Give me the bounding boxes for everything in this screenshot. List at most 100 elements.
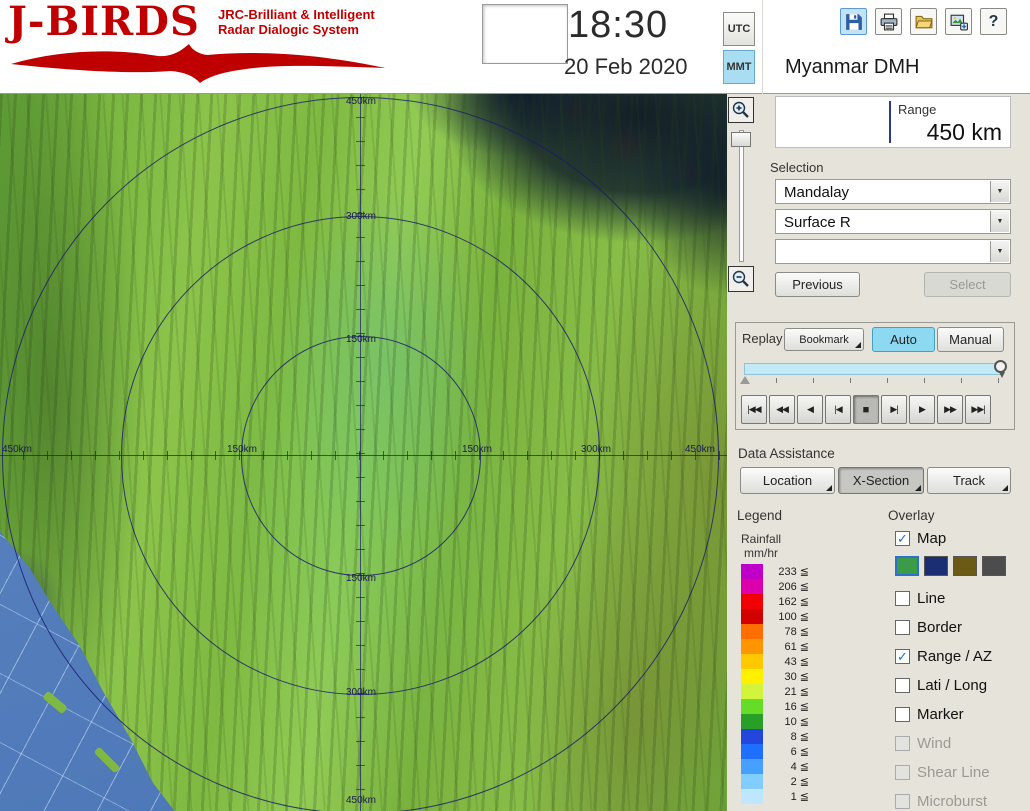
mmt-button[interactable]: MMT xyxy=(723,50,755,84)
play-reverse-button[interactable]: ◀ xyxy=(797,395,823,424)
chevron-down-icon[interactable]: ▼ xyxy=(990,211,1009,232)
checkbox-icon[interactable]: ✓ xyxy=(895,649,910,664)
manual-button[interactable]: Manual xyxy=(937,327,1004,352)
replay-timeline-slider[interactable] xyxy=(744,360,1007,378)
legend-row: 61 ≦ xyxy=(741,639,809,654)
legend-row: 2 ≦ xyxy=(741,774,809,789)
legend-row: 8 ≦ xyxy=(741,729,809,744)
palette-swatch-navy[interactable] xyxy=(924,556,948,576)
legend-row: 43 ≦ xyxy=(741,654,809,669)
site-dropdown[interactable]: Mandalay ▼ xyxy=(775,179,1011,204)
radar-map[interactable]: 450km 300km 150km 150km 300km 450km 450k… xyxy=(0,94,727,811)
stop-button[interactable]: ■ xyxy=(853,395,879,424)
legend-row: 16 ≦ xyxy=(741,699,809,714)
legend-swatch xyxy=(741,639,763,654)
overlay-checkbox-line[interactable]: Line xyxy=(895,590,945,607)
legend-row: 100 ≦ xyxy=(741,609,809,624)
skip-to-end-button[interactable]: ▶▶| xyxy=(965,395,991,424)
export-image-button[interactable] xyxy=(945,8,972,35)
eagle-icon xyxy=(11,44,385,83)
location-label: Location xyxy=(762,473,813,488)
previous-button[interactable]: Previous xyxy=(775,272,860,297)
range-label: 450km xyxy=(2,444,33,455)
checkbox-icon[interactable] xyxy=(895,707,910,722)
legend-value: 43 ≦ xyxy=(784,656,809,668)
legend-swatch xyxy=(741,564,763,579)
logo-title: J-BIRDS xyxy=(8,0,200,45)
overlay-checkbox-lati-long[interactable]: Lati / Long xyxy=(895,677,987,694)
range-divider xyxy=(889,101,891,143)
jbirds-app: J-BIRDS JRC-Brilliant & Intelligent Rada… xyxy=(0,0,1030,811)
palette-swatch-olive[interactable] xyxy=(953,556,977,576)
overlay-checkbox-marker[interactable]: Marker xyxy=(895,706,964,723)
overlay-label: Shear Line xyxy=(917,764,990,781)
jbirds-logo: J-BIRDS JRC-Brilliant & Intelligent Rada… xyxy=(8,2,408,92)
status-display-box xyxy=(482,4,568,64)
legend-swatch xyxy=(741,684,763,699)
timeline-ticks xyxy=(776,378,1006,383)
skip-to-start-button[interactable]: |◀◀ xyxy=(741,395,767,424)
fast-forward-button[interactable]: ▶▶ xyxy=(937,395,963,424)
step-forward-button[interactable]: ▶| xyxy=(881,395,907,424)
clock-time: 18:30 xyxy=(568,4,669,46)
legend-swatch xyxy=(741,759,763,774)
overlay-label: Map xyxy=(917,530,947,547)
legend-value: 8 ≦ xyxy=(790,731,809,743)
utc-button[interactable]: UTC xyxy=(723,12,755,46)
palette-swatch-green[interactable] xyxy=(895,556,919,576)
checkbox-icon[interactable]: ✓ xyxy=(895,531,910,546)
overlay-checkbox-range-az[interactable]: ✓ Range / AZ xyxy=(895,648,992,665)
play-button[interactable]: ▶ xyxy=(909,395,935,424)
selection-title: Selection xyxy=(770,160,824,175)
fast-rewind-button[interactable]: ◀◀ xyxy=(769,395,795,424)
overlay-label: Marker xyxy=(917,706,964,723)
checkbox-icon xyxy=(895,794,910,809)
legend-title: Legend xyxy=(737,508,783,523)
overlay-label: Border xyxy=(917,619,963,636)
range-label: 150km xyxy=(462,444,493,455)
legend-row: 6 ≦ xyxy=(741,744,809,759)
option-dropdown[interactable]: ▼ xyxy=(775,239,1011,264)
legend-swatch xyxy=(741,669,763,684)
range-label: 150km xyxy=(345,573,377,584)
x-section-button[interactable]: X-Section xyxy=(838,467,924,494)
checkbox-icon[interactable] xyxy=(895,678,910,693)
bookmark-button[interactable]: Bookmark xyxy=(784,328,864,351)
print-button[interactable] xyxy=(875,8,902,35)
bookmark-label: Bookmark xyxy=(799,333,849,346)
overlay-checkbox-map[interactable]: ✓ Map xyxy=(895,530,946,547)
map-palette-row xyxy=(895,556,1006,576)
chevron-down-icon[interactable]: ▼ xyxy=(990,241,1009,262)
overlay-label: Microburst xyxy=(917,793,988,810)
logo-subtitle-line1: JRC-Brilliant & Intelligent xyxy=(218,7,375,22)
chevron-down-icon[interactable]: ▼ xyxy=(990,181,1009,202)
range-label: 300km xyxy=(345,211,377,222)
open-folder-button[interactable] xyxy=(910,8,937,35)
timeline-position-handle[interactable] xyxy=(994,360,1007,378)
legend-row: 162 ≦ xyxy=(741,594,809,609)
legend-value: 233 ≦ xyxy=(778,566,809,578)
palette-swatch-gray[interactable] xyxy=(982,556,1006,576)
select-button[interactable]: Select xyxy=(924,272,1011,297)
checkbox-icon[interactable] xyxy=(895,620,910,635)
overlay-checkbox-wind: Wind xyxy=(895,735,951,752)
data-assistance-title: Data Assistance xyxy=(738,446,835,461)
legend-row: 1 ≦ xyxy=(741,789,809,804)
side-panel: Range 450 km Selection Mandalay ▼ Surfac… xyxy=(727,94,1030,811)
help-button[interactable]: ? xyxy=(980,8,1007,35)
legend-row: 30 ≦ xyxy=(741,669,809,684)
track-button[interactable]: Track xyxy=(927,467,1011,494)
legend-row: 4 ≦ xyxy=(741,759,809,774)
save-button[interactable] xyxy=(840,8,867,35)
product-dropdown[interactable]: Surface R ▼ xyxy=(775,209,1011,234)
product-dropdown-value: Surface R xyxy=(784,214,851,231)
location-button[interactable]: Location xyxy=(740,467,835,494)
range-label: 450km xyxy=(685,444,716,455)
range-label: 300km xyxy=(581,444,612,455)
overlay-checkbox-border[interactable]: Border xyxy=(895,619,962,636)
step-back-button[interactable]: |◀ xyxy=(825,395,851,424)
checkbox-icon[interactable] xyxy=(895,591,910,606)
range-label: 300km xyxy=(345,687,377,698)
auto-button[interactable]: Auto xyxy=(872,327,935,352)
legend-value: 4 ≦ xyxy=(790,761,809,773)
